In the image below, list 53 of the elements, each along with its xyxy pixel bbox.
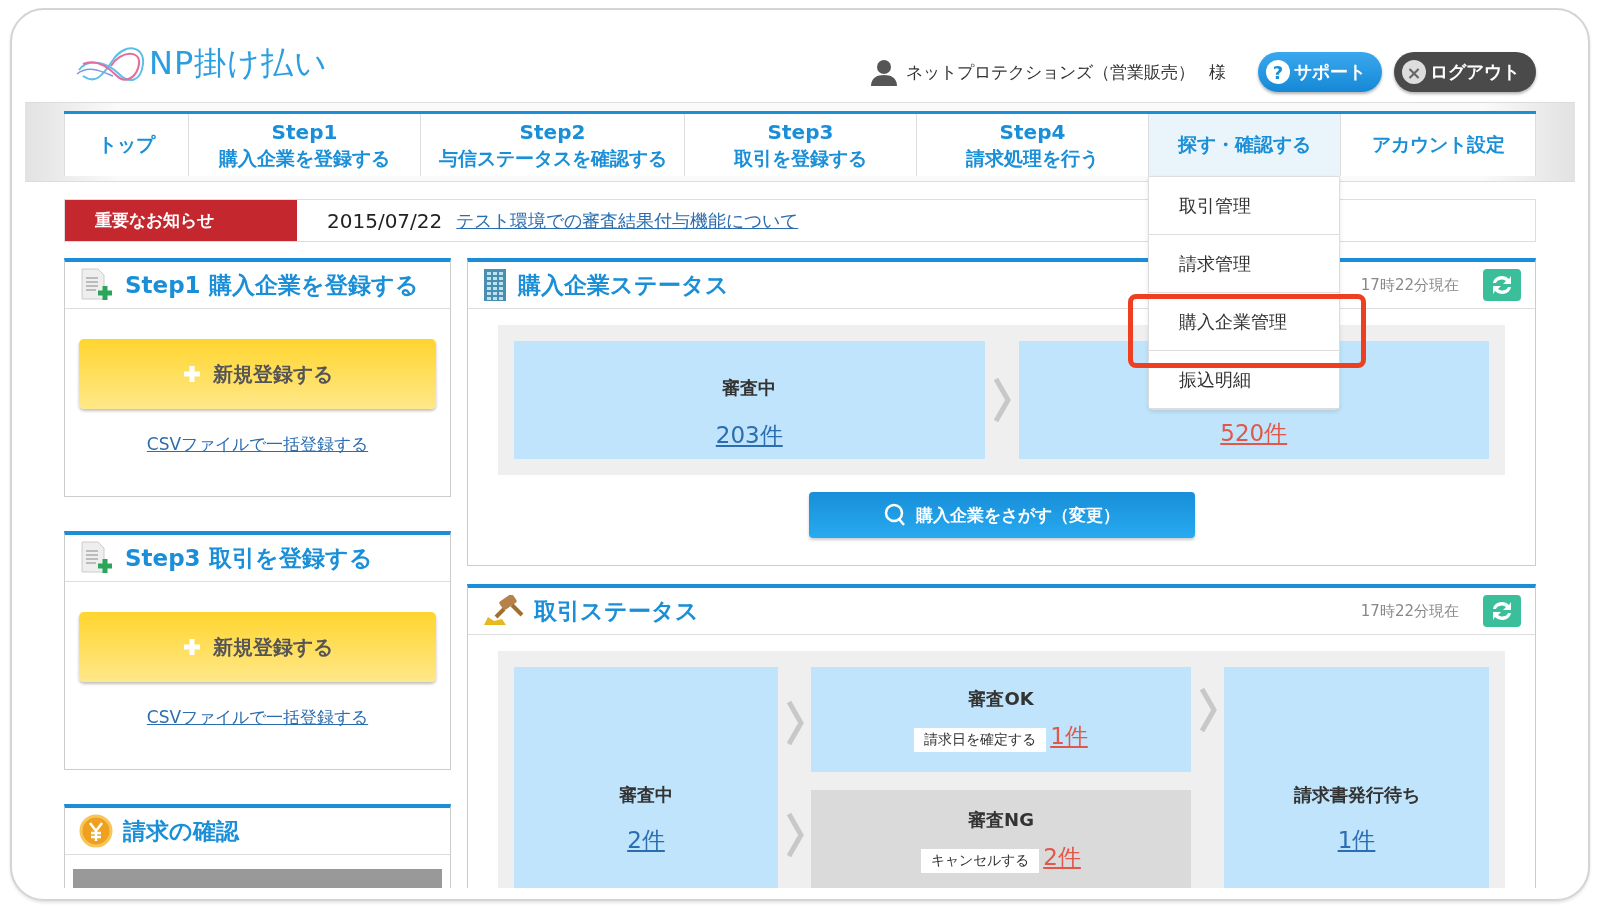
refresh-icon[interactable]	[1483, 269, 1521, 301]
update-time: 17時22分現在	[1360, 275, 1459, 295]
menu-item[interactable]: 請求管理	[1149, 235, 1339, 293]
update-time: 17時22分現在	[1360, 601, 1459, 621]
notice-link[interactable]: テスト環境での審査結果付与機能について	[456, 208, 799, 233]
plus-icon	[182, 365, 201, 383]
plus-icon	[182, 638, 201, 656]
logout-button[interactable]: × ログアウト	[1394, 52, 1536, 92]
status-label: 審査中	[619, 782, 673, 807]
card-title: 取引ステータス	[534, 596, 699, 626]
count-link[interactable]: 2件	[1043, 842, 1081, 873]
notice-date: 2015/07/22	[327, 208, 443, 233]
gavel-icon	[482, 595, 524, 627]
menu-item[interactable]: 取引管理	[1149, 177, 1339, 235]
status-label: 審査OK	[968, 687, 1034, 711]
count-link[interactable]: 520件	[1220, 418, 1288, 450]
search-button[interactable]: 購入企業をさがす（変更）	[808, 492, 1195, 538]
count-link[interactable]: 1件	[1050, 721, 1088, 752]
status-label: 審査NG	[968, 808, 1034, 832]
status-label: 請求書発行待ち	[1293, 782, 1420, 807]
document-add-icon	[79, 541, 115, 575]
refresh-icon[interactable]	[1483, 595, 1521, 627]
count-link[interactable]: 203件	[715, 419, 783, 451]
honorific: 様	[1209, 60, 1226, 84]
notice-badge: 重要なお知らせ	[65, 200, 297, 241]
document-add-icon	[79, 268, 115, 302]
user-icon	[870, 58, 898, 86]
status-label: 審査中	[722, 375, 777, 400]
chevron-right-icon	[785, 700, 804, 746]
card-title: Step3 取引を登録する	[125, 543, 373, 573]
logo-text: NP掛け払い	[149, 43, 329, 84]
card-title: 請求の確認	[123, 816, 239, 846]
nav-tab[interactable]: 探す・確認する	[1149, 114, 1340, 176]
action-tag: キャンセルする	[921, 849, 1040, 873]
chevron-right-icon	[1198, 687, 1217, 733]
chevron-right-icon	[992, 377, 1011, 423]
card-title: 購入企業ステータス	[518, 270, 729, 300]
user-name: ネットプロテクションズ（営業販売）	[906, 60, 1195, 84]
action-tag: 請求日を確定する	[914, 728, 1047, 752]
csv-link[interactable]: CSVファイルで一括登録する	[146, 433, 369, 456]
chevron-right-icon	[785, 812, 804, 858]
support-button[interactable]: ? サポート	[1258, 52, 1382, 92]
card-title: Step1 購入企業を登録する	[125, 270, 419, 300]
count-link[interactable]: 2件	[627, 824, 665, 856]
count-link[interactable]: 1件	[1337, 824, 1376, 856]
csv-link[interactable]: CSVファイルで一括登録する	[146, 706, 369, 729]
menu-item[interactable]: 購入企業管理	[1149, 293, 1339, 351]
search-icon	[883, 503, 908, 527]
new-register-button[interactable]: 新規登録する	[79, 339, 436, 409]
building-icon	[482, 268, 508, 302]
yen-coin-icon	[79, 814, 113, 848]
menu-item[interactable]: 振込明細	[1149, 351, 1339, 409]
new-register-button[interactable]: 新規登録する	[79, 612, 436, 682]
